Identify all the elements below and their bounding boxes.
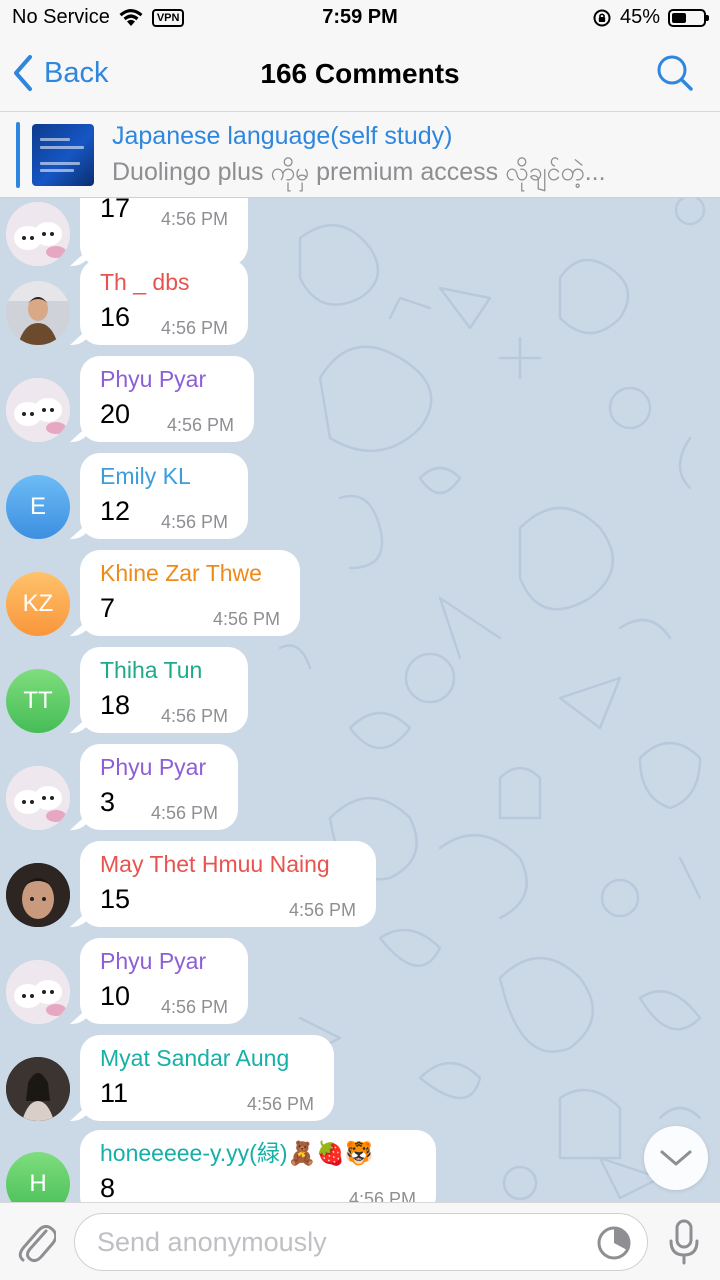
sender-name[interactable]: May Thet Hmuu Naing	[100, 849, 356, 879]
message-bubble[interactable]: May Thet Hmuu Naing 15 4:56 PM	[80, 841, 376, 927]
message-time: 4:56 PM	[246, 1094, 314, 1114]
message-bubble[interactable]: Phyu Pyar 20 4:56 PM	[80, 356, 254, 442]
chat-area[interactable]: 17 4:56 PM Th _ dbs 16 4:56 PM Phyu Pyar…	[0, 198, 720, 1202]
avatar[interactable]	[6, 202, 70, 266]
message-time: 4:56 PM	[160, 997, 228, 1017]
message-time: 4:56 PM	[212, 609, 280, 629]
message-bubble[interactable]: Th _ dbs 16 4:56 PM	[80, 259, 248, 345]
face-photo-avatar	[6, 863, 70, 927]
avatar[interactable]: KZ	[6, 572, 70, 636]
message-text: 12	[100, 496, 131, 526]
avatar[interactable]: TT	[6, 669, 70, 733]
message-time: 4:56 PM	[348, 1189, 416, 1202]
avatar-initials: KZ	[22, 590, 54, 617]
sender-name[interactable]: Phyu Pyar	[100, 752, 218, 782]
back-button[interactable]: Back	[12, 54, 108, 92]
sender-name[interactable]: Thiha Tun	[100, 655, 228, 685]
message-time: 4:56 PM	[160, 209, 228, 229]
message-time: 4:56 PM	[166, 415, 234, 435]
message-bubble[interactable]: Myat Sandar Aung 11 4:56 PM	[80, 1035, 334, 1121]
mirror-photo-avatar	[6, 1057, 70, 1121]
sender-name[interactable]: Emily KL	[100, 461, 228, 491]
avatar[interactable]	[6, 766, 70, 830]
message-text: 3	[100, 787, 116, 817]
message-time: 4:56 PM	[160, 706, 228, 726]
cat-photo-avatar	[6, 202, 70, 266]
avatar-initials: TT	[23, 687, 53, 714]
message-bubble[interactable]: Khine Zar Thwe 7 4:56 PM	[80, 550, 300, 636]
paperclip-icon	[18, 1224, 58, 1263]
message-text: 17	[100, 198, 131, 223]
message-time: 4:56 PM	[288, 900, 356, 920]
message-bubble[interactable]: Emily KL 12 4:56 PM	[80, 453, 248, 539]
avatar[interactable]	[6, 378, 70, 442]
back-label: Back	[44, 56, 109, 89]
attach-button[interactable]	[16, 1219, 58, 1268]
avatar[interactable]	[6, 1057, 70, 1121]
sender-name[interactable]: Th _ dbs	[100, 267, 228, 297]
sender-name[interactable]: Phyu Pyar	[100, 946, 228, 976]
message-text: 11	[100, 1078, 129, 1108]
message-text: 18	[100, 690, 131, 720]
avatar[interactable]	[6, 281, 70, 345]
pinned-post[interactable]: Japanese language(self study) Duolingo p…	[0, 112, 720, 198]
chevron-left-icon	[14, 55, 32, 91]
message-bubble[interactable]: Thiha Tun 18 4:56 PM	[80, 647, 248, 733]
status-right: 45%	[592, 6, 709, 29]
timer-icon	[597, 1226, 631, 1260]
sender-name[interactable]: Phyu Pyar	[100, 364, 234, 394]
cat-photo-avatar	[6, 766, 70, 830]
pinned-title: Japanese language(self study)	[112, 122, 453, 150]
message-input[interactable]	[74, 1213, 648, 1271]
message-text: 15	[100, 884, 131, 914]
pinned-accent-bar	[16, 122, 20, 188]
scroll-down-button[interactable]	[644, 1126, 708, 1190]
search-button[interactable]	[656, 54, 694, 97]
search-icon	[657, 55, 693, 91]
cat-photo-avatar	[6, 960, 70, 1024]
microphone-icon	[669, 1219, 699, 1265]
pinned-subtitle: Duolingo plus ကိုမှ premium access လိုချ…	[112, 158, 606, 186]
message-text: 10	[100, 981, 131, 1011]
orientation-lock-icon	[593, 9, 611, 26]
microphone-button[interactable]	[668, 1219, 700, 1270]
message-text: 7	[100, 593, 116, 623]
message-bubble[interactable]: 17 4:56 PM	[80, 198, 248, 266]
pinned-thumbnail	[32, 124, 94, 186]
man-photo-avatar	[6, 281, 70, 345]
avatar-initials: E	[29, 493, 46, 520]
message-time: 4:56 PM	[150, 803, 218, 823]
message-time: 4:56 PM	[160, 512, 228, 532]
sender-name[interactable]: honeeeee-y.yy(緑)🧸🍓🐯	[100, 1138, 416, 1168]
avatar[interactable]	[6, 960, 70, 1024]
nav-bar: Back 166 Comments	[0, 36, 720, 112]
message-text: 8	[100, 1173, 116, 1202]
avatar[interactable]: E	[6, 475, 70, 539]
sender-name[interactable]: Myat Sandar Aung	[100, 1043, 314, 1073]
avatar[interactable]	[6, 863, 70, 927]
sender-name[interactable]: Khine Zar Thwe	[100, 558, 280, 588]
message-bubble[interactable]: honeeeee-y.yy(緑)🧸🍓🐯 8 4:56 PM	[80, 1130, 436, 1202]
battery-icon	[668, 8, 709, 27]
chevron-down-icon	[660, 1150, 692, 1166]
message-text: 20	[100, 399, 131, 429]
timer-button[interactable]	[596, 1225, 632, 1266]
battery-percent: 45%	[619, 6, 660, 28]
message-text: 16	[100, 302, 131, 332]
status-bar: No Service VPN 7:59 PM 45%	[0, 0, 720, 36]
input-bar	[0, 1202, 720, 1280]
message-time: 4:56 PM	[160, 318, 228, 338]
avatar-initials: H	[29, 1170, 47, 1197]
battery-level	[672, 12, 686, 23]
cat-photo-avatar	[6, 378, 70, 442]
message-bubble[interactable]: Phyu Pyar 3 4:56 PM	[80, 744, 238, 830]
message-bubble[interactable]: Phyu Pyar 10 4:56 PM	[80, 938, 248, 1024]
